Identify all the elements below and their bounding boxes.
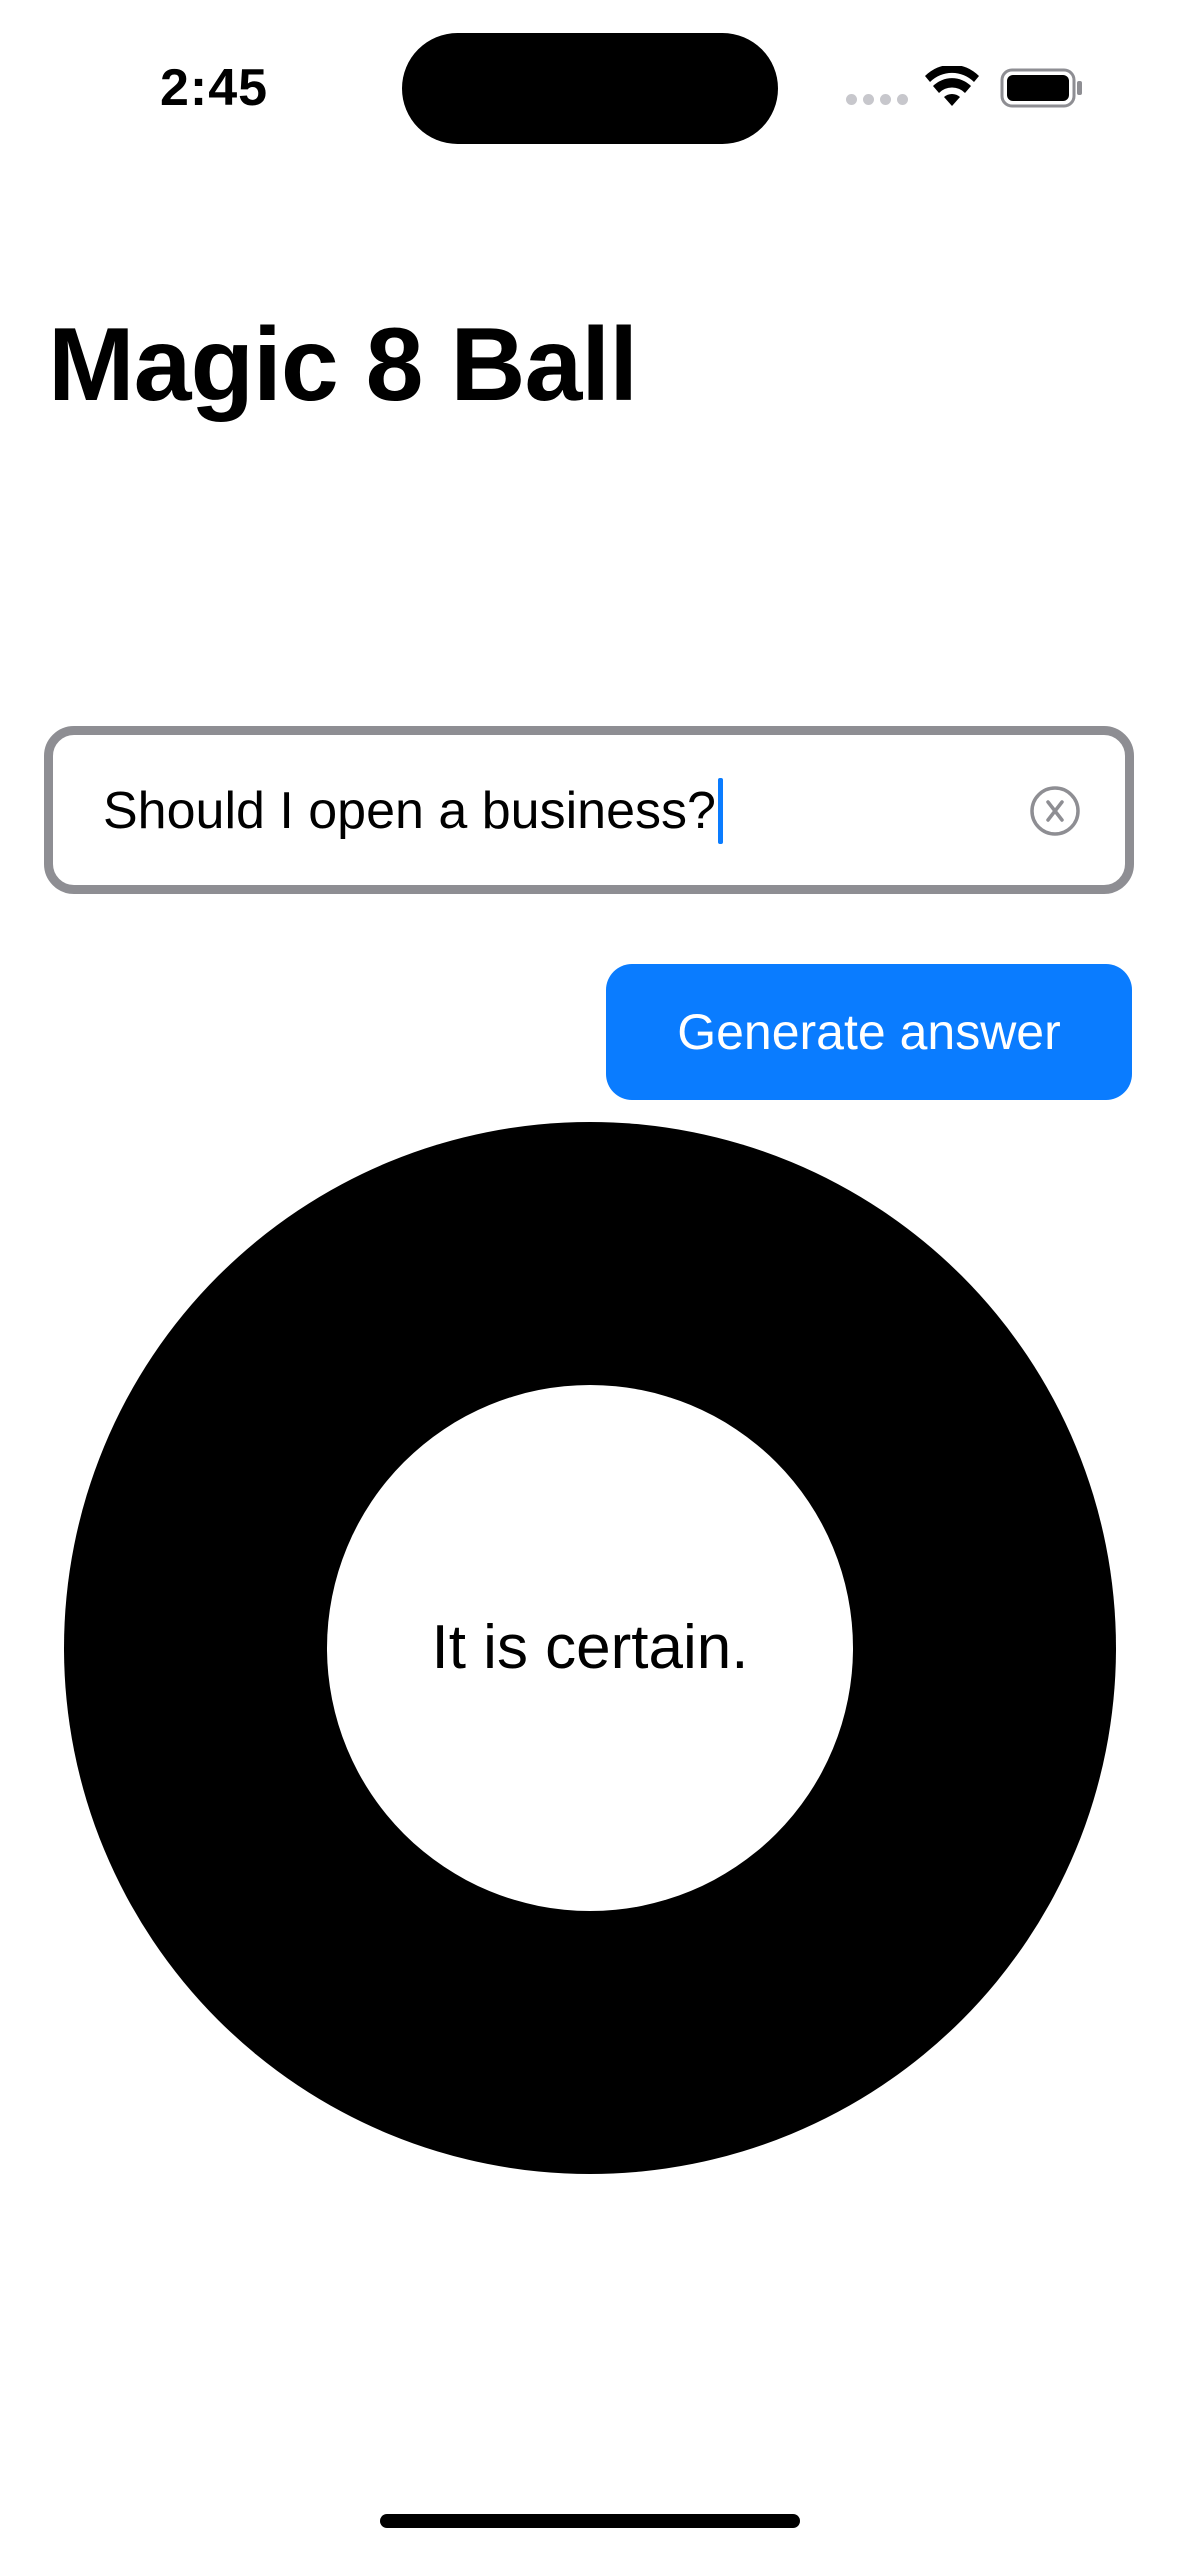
magic-8-ball: It is certain. <box>64 1122 1116 2174</box>
page-title: Magic 8 Ball <box>48 307 638 423</box>
status-time: 2:45 <box>160 59 269 117</box>
question-input[interactable]: Should I open a business? <box>44 726 1134 894</box>
home-indicator[interactable] <box>380 2514 800 2528</box>
text-cursor <box>717 778 723 844</box>
question-input-text[interactable]: Should I open a business? <box>103 775 723 847</box>
wifi-icon <box>925 66 979 106</box>
battery-icon <box>1000 68 1082 108</box>
dynamic-island <box>402 33 778 144</box>
generate-answer-button[interactable]: Generate answer <box>606 964 1132 1100</box>
answer-text: It is certain. <box>431 1613 749 1682</box>
answer-window: It is certain. <box>327 1385 853 1911</box>
question-input-value: Should I open a business? <box>103 782 716 840</box>
clear-x-icon[interactable] <box>1029 785 1081 837</box>
cellular-signal-icon <box>846 94 908 105</box>
